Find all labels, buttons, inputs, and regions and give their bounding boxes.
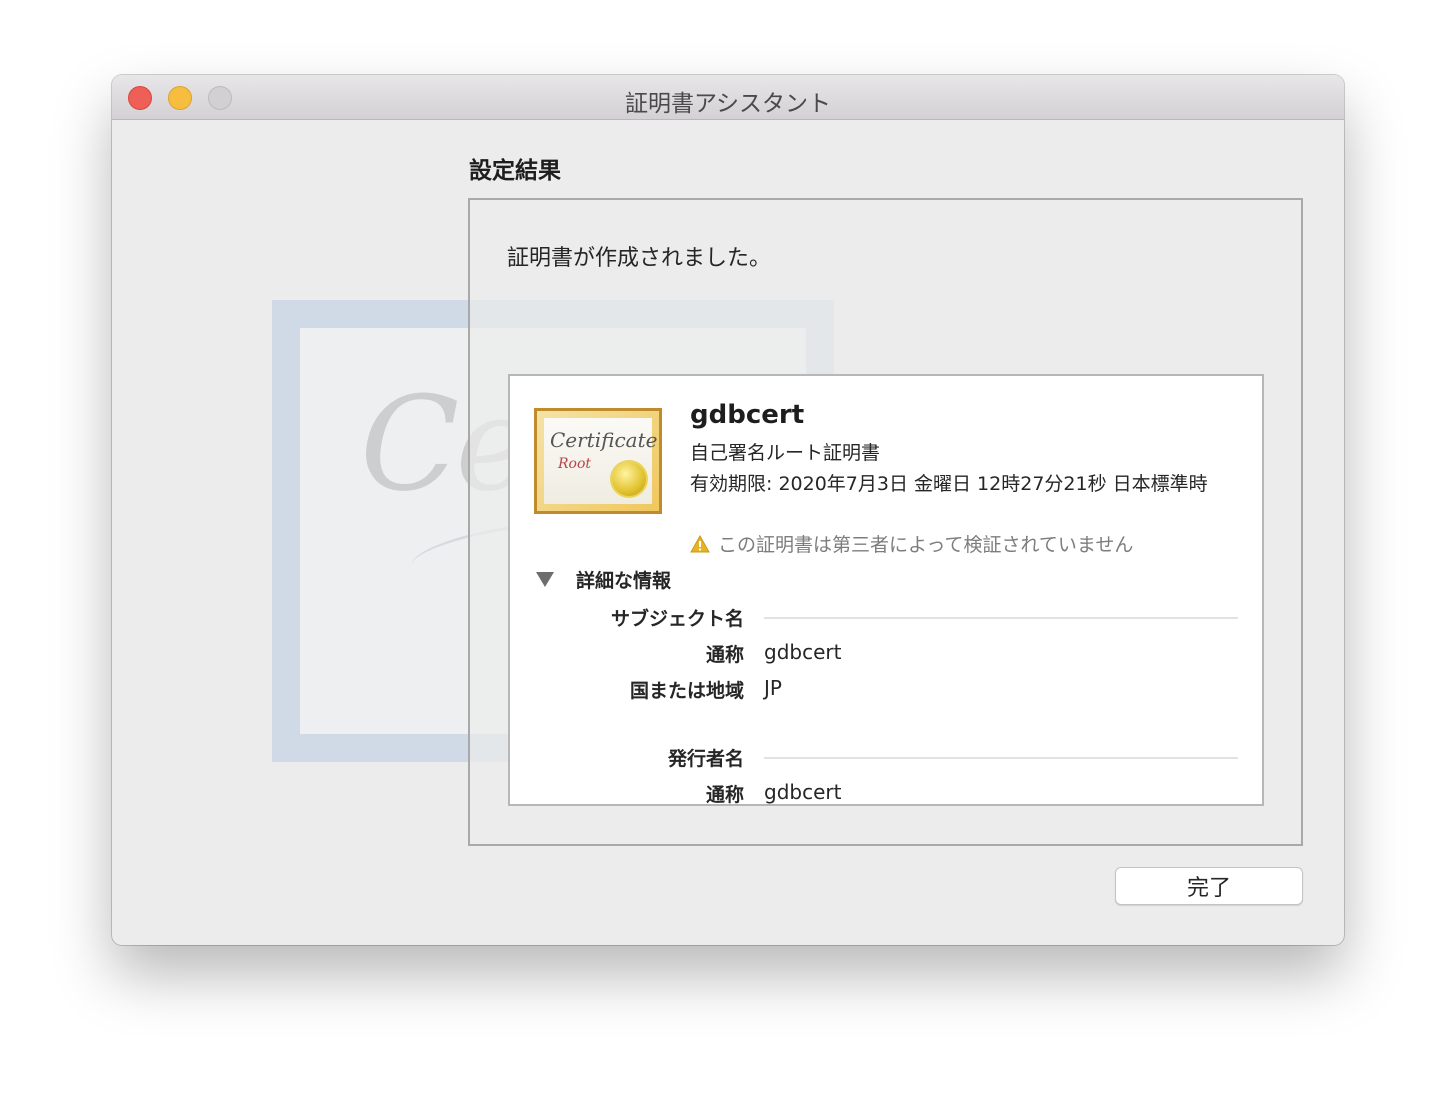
certificate-icon-paper: Certificate Root bbox=[544, 418, 657, 504]
disclosure-triangle-icon[interactable] bbox=[536, 572, 554, 587]
issuer-common-name-row: 通称 gdbcert bbox=[510, 780, 1262, 806]
warning-icon bbox=[690, 534, 710, 552]
warning-text: この証明書は第三者によって検証されていません bbox=[718, 534, 1134, 556]
issuer-common-name-value: gdbcert bbox=[764, 780, 842, 804]
certificate-expiry: 有効期限: 2020年7月3日 金曜日 12時27分21秒 日本標準時 bbox=[690, 473, 1208, 495]
subject-country-key: 国または地域 bbox=[629, 680, 744, 702]
certificate-view[interactable]: Certificate Root gdbcert 自己署名ルート証明書 有効期限… bbox=[508, 374, 1264, 806]
issuer-divider bbox=[764, 757, 1238, 759]
certificate-icon-subtext: Root bbox=[558, 456, 592, 472]
certificate-icon-script: Certificate bbox=[550, 428, 658, 452]
section-title: 設定結果 bbox=[469, 158, 561, 184]
subject-country-row: 国または地域 JP bbox=[510, 676, 1262, 706]
certificate-icon: Certificate Root bbox=[534, 408, 662, 514]
subject-common-name-row: 通称 gdbcert bbox=[510, 640, 1262, 670]
subject-name-section: サブジェクト名 bbox=[510, 604, 1262, 634]
title-bar[interactable]: 証明書アシスタント bbox=[112, 75, 1344, 120]
subject-divider bbox=[764, 617, 1238, 619]
certificate-assistant-window: 証明書アシスタント Cer 設定結果 証明書が作成されました。 Certific… bbox=[112, 75, 1344, 945]
certificate-name: gdbcert bbox=[690, 400, 805, 430]
created-message: 証明書が作成されました。 bbox=[507, 246, 772, 271]
window-title: 証明書アシスタント bbox=[624, 91, 832, 117]
certificate-warning: この証明書は第三者によって検証されていません bbox=[690, 530, 1133, 557]
subject-common-name-value: gdbcert bbox=[764, 640, 842, 664]
subject-name-header: サブジェクト名 bbox=[610, 608, 744, 630]
details-label: 詳細な情報 bbox=[576, 570, 672, 592]
subject-country-value: JP bbox=[764, 676, 782, 700]
issuer-name-header: 発行者名 bbox=[667, 748, 744, 770]
seal-icon bbox=[612, 462, 646, 496]
issuer-common-name-key: 通称 bbox=[705, 784, 744, 806]
certificate-type: 自己署名ルート証明書 bbox=[690, 442, 881, 464]
done-button[interactable]: 完了 bbox=[1115, 867, 1303, 905]
issuer-name-section: 発行者名 bbox=[510, 744, 1262, 774]
details-disclosure[interactable]: 詳細な情報 bbox=[536, 566, 671, 593]
result-panel: 証明書が作成されました。 Certificate Root gdbcert 自己… bbox=[468, 198, 1303, 846]
subject-common-name-key: 通称 bbox=[705, 644, 744, 666]
